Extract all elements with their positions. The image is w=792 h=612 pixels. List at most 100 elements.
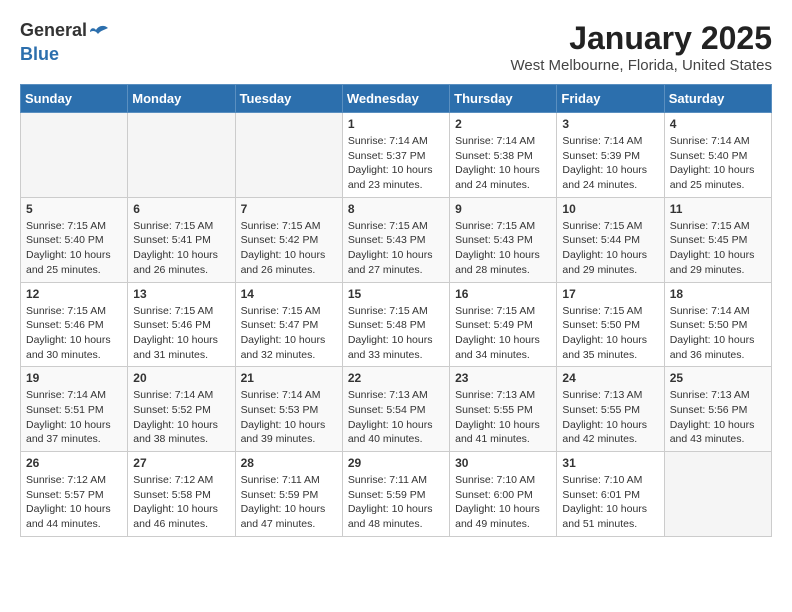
daylight-text: Daylight: 10 hours and 37 minutes. — [26, 419, 111, 446]
day-info: Sunrise: 7:14 AM Sunset: 5:50 PM Dayligh… — [670, 304, 766, 363]
calendar-cell: 1 Sunrise: 7:14 AM Sunset: 5:37 PM Dayli… — [342, 113, 449, 198]
daylight-text: Daylight: 10 hours and 40 minutes. — [348, 419, 433, 446]
sunset-text: Sunset: 5:42 PM — [241, 234, 319, 246]
calendar-cell: 25 Sunrise: 7:13 AM Sunset: 5:56 PM Dayl… — [664, 367, 771, 452]
header-tuesday: Tuesday — [235, 85, 342, 113]
day-info: Sunrise: 7:15 AM Sunset: 5:43 PM Dayligh… — [348, 219, 444, 278]
day-number: 5 — [26, 202, 122, 216]
logo-general: General — [20, 20, 87, 40]
day-number: 14 — [241, 287, 337, 301]
daylight-text: Daylight: 10 hours and 24 minutes. — [455, 164, 540, 191]
sunset-text: Sunset: 5:51 PM — [26, 404, 104, 416]
sunrise-text: Sunrise: 7:15 AM — [241, 220, 321, 232]
calendar-cell: 24 Sunrise: 7:13 AM Sunset: 5:55 PM Dayl… — [557, 367, 664, 452]
sunrise-text: Sunrise: 7:15 AM — [562, 305, 642, 317]
sunset-text: Sunset: 5:38 PM — [455, 150, 533, 162]
calendar-cell — [664, 452, 771, 537]
sunset-text: Sunset: 5:47 PM — [241, 319, 319, 331]
daylight-text: Daylight: 10 hours and 23 minutes. — [348, 164, 433, 191]
sunrise-text: Sunrise: 7:13 AM — [670, 389, 750, 401]
day-info: Sunrise: 7:15 AM Sunset: 5:46 PM Dayligh… — [26, 304, 122, 363]
location-title: West Melbourne, Florida, United States — [510, 57, 772, 74]
calendar-week-3: 12 Sunrise: 7:15 AM Sunset: 5:46 PM Dayl… — [21, 282, 772, 367]
day-info: Sunrise: 7:13 AM Sunset: 5:55 PM Dayligh… — [562, 388, 658, 447]
calendar-cell: 15 Sunrise: 7:15 AM Sunset: 5:48 PM Dayl… — [342, 282, 449, 367]
calendar-cell: 29 Sunrise: 7:11 AM Sunset: 5:59 PM Dayl… — [342, 452, 449, 537]
day-number: 9 — [455, 202, 551, 216]
sunset-text: Sunset: 5:43 PM — [348, 234, 426, 246]
sunrise-text: Sunrise: 7:15 AM — [26, 220, 106, 232]
sunrise-text: Sunrise: 7:10 AM — [562, 474, 642, 486]
header-friday: Friday — [557, 85, 664, 113]
calendar-cell: 31 Sunrise: 7:10 AM Sunset: 6:01 PM Dayl… — [557, 452, 664, 537]
day-info: Sunrise: 7:13 AM Sunset: 5:54 PM Dayligh… — [348, 388, 444, 447]
day-info: Sunrise: 7:10 AM Sunset: 6:00 PM Dayligh… — [455, 473, 551, 532]
day-number: 18 — [670, 287, 766, 301]
daylight-text: Daylight: 10 hours and 32 minutes. — [241, 334, 326, 361]
sunrise-text: Sunrise: 7:13 AM — [455, 389, 535, 401]
day-info: Sunrise: 7:12 AM Sunset: 5:58 PM Dayligh… — [133, 473, 229, 532]
day-number: 10 — [562, 202, 658, 216]
day-info: Sunrise: 7:12 AM Sunset: 5:57 PM Dayligh… — [26, 473, 122, 532]
calendar-cell — [21, 113, 128, 198]
calendar-cell: 22 Sunrise: 7:13 AM Sunset: 5:54 PM Dayl… — [342, 367, 449, 452]
sunrise-text: Sunrise: 7:15 AM — [241, 305, 321, 317]
sunset-text: Sunset: 5:59 PM — [241, 489, 319, 501]
day-info: Sunrise: 7:11 AM Sunset: 5:59 PM Dayligh… — [348, 473, 444, 532]
month-title: January 2025 — [510, 20, 772, 57]
daylight-text: Daylight: 10 hours and 46 minutes. — [133, 503, 218, 530]
daylight-text: Daylight: 10 hours and 30 minutes. — [26, 334, 111, 361]
day-number: 15 — [348, 287, 444, 301]
day-number: 16 — [455, 287, 551, 301]
sunrise-text: Sunrise: 7:15 AM — [562, 220, 642, 232]
day-number: 13 — [133, 287, 229, 301]
day-info: Sunrise: 7:14 AM Sunset: 5:52 PM Dayligh… — [133, 388, 229, 447]
day-info: Sunrise: 7:15 AM Sunset: 5:48 PM Dayligh… — [348, 304, 444, 363]
sunrise-text: Sunrise: 7:14 AM — [26, 389, 106, 401]
sunset-text: Sunset: 5:37 PM — [348, 150, 426, 162]
sunset-text: Sunset: 5:58 PM — [133, 489, 211, 501]
calendar-week-5: 26 Sunrise: 7:12 AM Sunset: 5:57 PM Dayl… — [21, 452, 772, 537]
day-info: Sunrise: 7:10 AM Sunset: 6:01 PM Dayligh… — [562, 473, 658, 532]
daylight-text: Daylight: 10 hours and 26 minutes. — [133, 249, 218, 276]
day-info: Sunrise: 7:14 AM Sunset: 5:37 PM Dayligh… — [348, 134, 444, 193]
sunrise-text: Sunrise: 7:11 AM — [348, 474, 427, 486]
sunrise-text: Sunrise: 7:14 AM — [455, 135, 535, 147]
calendar-cell: 28 Sunrise: 7:11 AM Sunset: 5:59 PM Dayl… — [235, 452, 342, 537]
sunrise-text: Sunrise: 7:11 AM — [241, 474, 320, 486]
sunrise-text: Sunrise: 7:14 AM — [562, 135, 642, 147]
daylight-text: Daylight: 10 hours and 39 minutes. — [241, 419, 326, 446]
sunrise-text: Sunrise: 7:15 AM — [455, 305, 535, 317]
day-info: Sunrise: 7:15 AM Sunset: 5:46 PM Dayligh… — [133, 304, 229, 363]
calendar-cell: 30 Sunrise: 7:10 AM Sunset: 6:00 PM Dayl… — [450, 452, 557, 537]
daylight-text: Daylight: 10 hours and 42 minutes. — [562, 419, 647, 446]
calendar-cell: 2 Sunrise: 7:14 AM Sunset: 5:38 PM Dayli… — [450, 113, 557, 198]
header-thursday: Thursday — [450, 85, 557, 113]
day-info: Sunrise: 7:14 AM Sunset: 5:39 PM Dayligh… — [562, 134, 658, 193]
day-number: 2 — [455, 117, 551, 131]
day-number: 1 — [348, 117, 444, 131]
sunrise-text: Sunrise: 7:15 AM — [348, 305, 428, 317]
page-header: General Blue January 2025 West Melbourne… — [20, 20, 772, 74]
title-section: January 2025 West Melbourne, Florida, Un… — [510, 20, 772, 74]
sunrise-text: Sunrise: 7:15 AM — [670, 220, 750, 232]
day-number: 11 — [670, 202, 766, 216]
day-info: Sunrise: 7:15 AM Sunset: 5:49 PM Dayligh… — [455, 304, 551, 363]
day-number: 6 — [133, 202, 229, 216]
sunset-text: Sunset: 6:01 PM — [562, 489, 640, 501]
daylight-text: Daylight: 10 hours and 34 minutes. — [455, 334, 540, 361]
sunrise-text: Sunrise: 7:13 AM — [562, 389, 642, 401]
sunrise-text: Sunrise: 7:15 AM — [455, 220, 535, 232]
daylight-text: Daylight: 10 hours and 35 minutes. — [562, 334, 647, 361]
sunset-text: Sunset: 5:59 PM — [348, 489, 426, 501]
day-info: Sunrise: 7:11 AM Sunset: 5:59 PM Dayligh… — [241, 473, 337, 532]
sunset-text: Sunset: 5:41 PM — [133, 234, 211, 246]
sunset-text: Sunset: 5:50 PM — [670, 319, 748, 331]
sunset-text: Sunset: 6:00 PM — [455, 489, 533, 501]
calendar-cell: 7 Sunrise: 7:15 AM Sunset: 5:42 PM Dayli… — [235, 197, 342, 282]
daylight-text: Daylight: 10 hours and 43 minutes. — [670, 419, 755, 446]
calendar-cell: 6 Sunrise: 7:15 AM Sunset: 5:41 PM Dayli… — [128, 197, 235, 282]
sunrise-text: Sunrise: 7:10 AM — [455, 474, 535, 486]
calendar-cell: 14 Sunrise: 7:15 AM Sunset: 5:47 PM Dayl… — [235, 282, 342, 367]
sunrise-text: Sunrise: 7:15 AM — [26, 305, 106, 317]
